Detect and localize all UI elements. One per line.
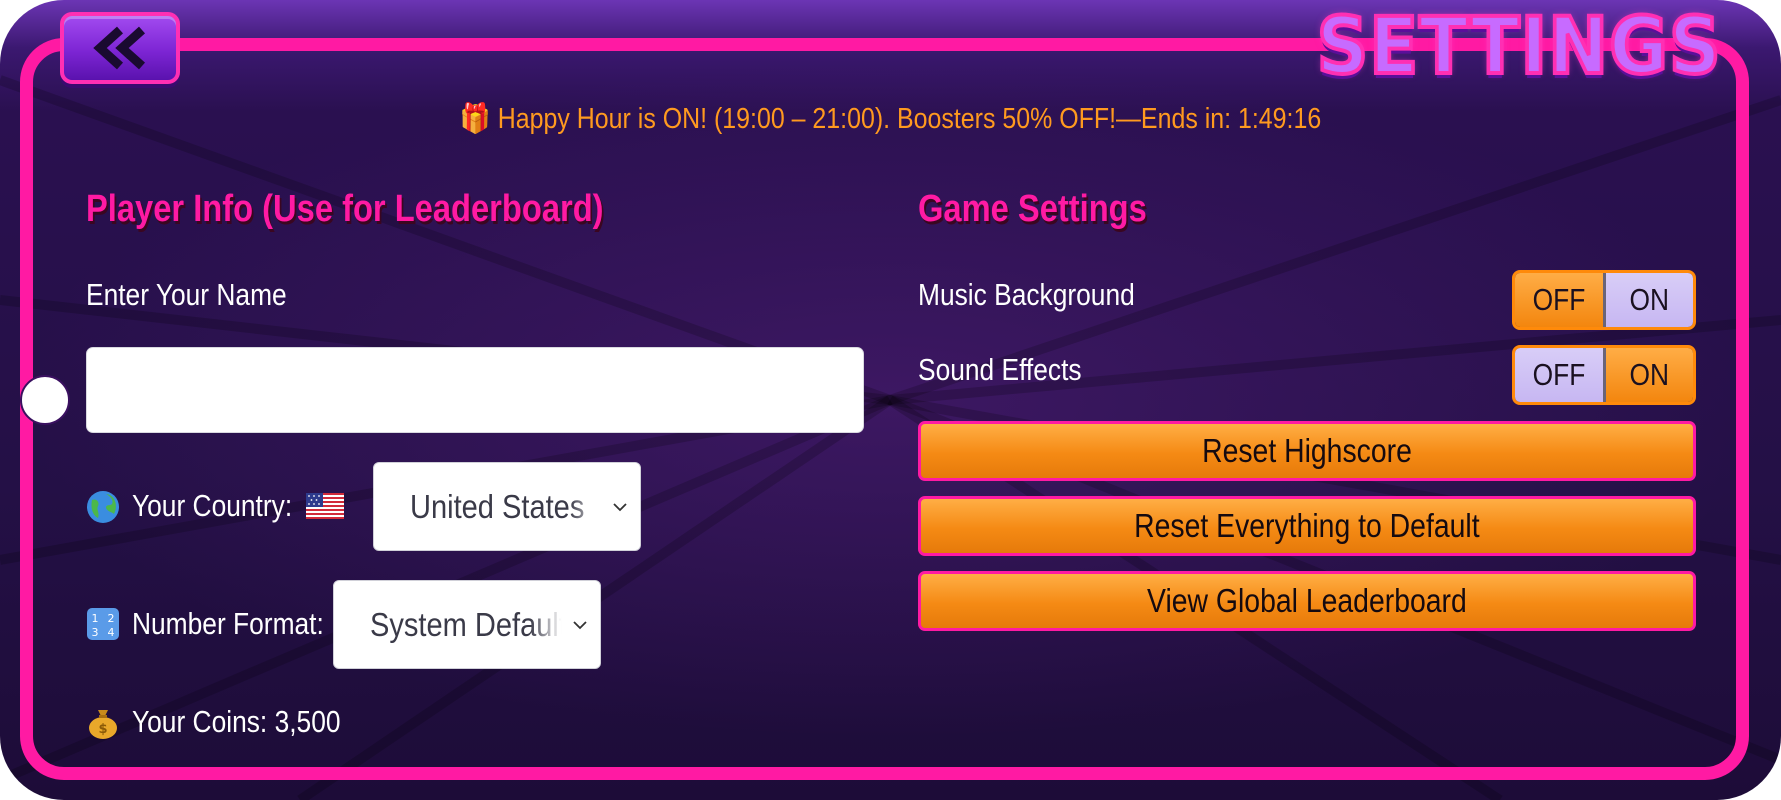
drag-handle-knob[interactable] — [20, 375, 70, 425]
select-fade — [570, 463, 640, 550]
svg-text:$: $ — [98, 722, 107, 737]
sound-toggle[interactable]: OFF ON — [1512, 345, 1696, 405]
game-settings-heading: Game Settings — [918, 188, 1147, 230]
view-leaderboard-button[interactable]: View Global Leaderboard — [918, 571, 1696, 631]
chevron-down-icon — [613, 502, 627, 511]
country-select-value: United States — [410, 487, 585, 525]
globe-icon — [87, 491, 119, 523]
coins-label: Your Coins: 3,500 — [132, 704, 341, 739]
title-container: SETTINGS — [1309, 0, 1729, 94]
reset-highscore-button[interactable]: Reset Highscore — [918, 421, 1696, 481]
number-format-label: Number Format: — [132, 606, 324, 641]
name-input[interactable] — [86, 347, 864, 433]
player-info-heading: Player Info (Use for Leaderboard) — [86, 188, 604, 230]
music-toggle[interactable]: OFF ON — [1512, 270, 1696, 330]
happy-hour-banner: 🎁 Happy Hour is ON! (19:00 – 21:00). Boo… — [459, 103, 1322, 135]
sound-toggle-off[interactable]: OFF — [1515, 348, 1603, 402]
chevron-down-icon — [573, 620, 587, 629]
sound-toggle-on[interactable]: ON — [1605, 348, 1693, 402]
number-format-icon: 1 2 3 4 — [87, 608, 119, 640]
music-label: Music Background — [918, 277, 1135, 312]
us-flag-icon — [306, 493, 344, 519]
select-fade — [530, 581, 600, 668]
back-button[interactable] — [60, 12, 180, 84]
music-toggle-on[interactable]: ON — [1605, 273, 1693, 327]
country-select[interactable]: United States — [373, 462, 641, 551]
number-format-select[interactable]: System Default — [333, 580, 601, 669]
page-title: SETTINGS — [1315, 0, 1723, 94]
svg-text:4: 4 — [108, 626, 115, 639]
money-bag-icon: $ — [89, 710, 117, 739]
sound-label: Sound Effects — [918, 352, 1082, 387]
music-toggle-off[interactable]: OFF — [1515, 273, 1603, 327]
country-label: Your Country: — [132, 488, 293, 523]
svg-text:3: 3 — [92, 626, 99, 639]
settings-screen: SETTINGS 🎁 Happy Hour is ON! (19:00 – 21… — [0, 0, 1781, 800]
double-chevron-left-icon — [93, 26, 146, 70]
reset-everything-button[interactable]: Reset Everything to Default — [918, 496, 1696, 556]
name-label: Enter Your Name — [86, 277, 287, 312]
svg-text:2: 2 — [108, 612, 115, 625]
svg-text:1: 1 — [92, 612, 99, 625]
